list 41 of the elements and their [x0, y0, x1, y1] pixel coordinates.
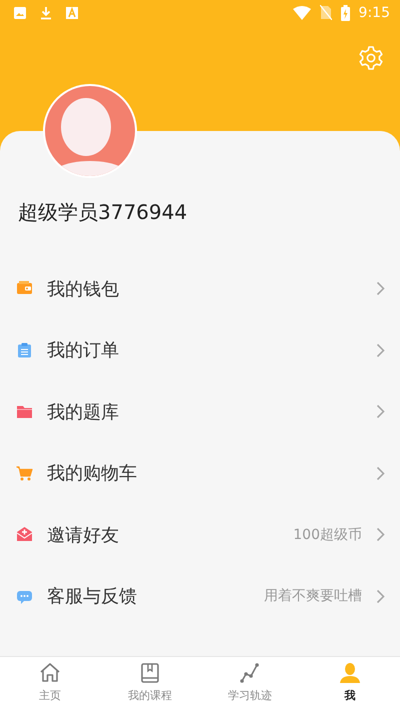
chevron-right-icon [376, 281, 385, 296]
nav-tab[interactable]: 我的课程 [100, 657, 200, 711]
menu-item[interactable]: 我的购物车 [0, 442, 400, 504]
menu-hint: 100超级币 [293, 526, 362, 544]
gift-envelope-icon [16, 526, 33, 544]
image-icon [13, 6, 27, 20]
chevron-right-icon [376, 404, 385, 420]
chevron-right-icon [376, 342, 385, 358]
download-icon [39, 6, 53, 20]
settings-icon[interactable] [358, 45, 384, 71]
menu-item[interactable]: 我的订单 [0, 320, 400, 381]
menu-label: 我的订单 [47, 339, 119, 362]
chevron-right-icon [376, 466, 385, 481]
menu-label: 客服与反馈 [47, 585, 137, 608]
clock-time: 9:15 [358, 4, 390, 20]
font-icon [65, 6, 79, 20]
menu-label: 我的钱包 [47, 278, 119, 301]
menu-item[interactable]: 我的题库 [0, 381, 400, 442]
battery-icon [340, 4, 350, 20]
person-icon [338, 661, 362, 685]
menu-label: 我的购物车 [47, 462, 137, 486]
nav-tab[interactable]: 主页 [0, 657, 100, 711]
nav-tab[interactable]: 我 [300, 657, 400, 711]
menu-label: 我的题库 [47, 400, 119, 424]
folder-icon [16, 403, 33, 420]
menu-label: 邀请好友 [47, 524, 119, 547]
menu-hint: 用着不爽要吐槽 [264, 587, 362, 606]
cart-icon [16, 464, 33, 482]
menu-item[interactable]: 客服与反馈 用着不爽要吐槽 [0, 566, 400, 627]
route-icon [238, 661, 262, 685]
clipboard-icon [16, 342, 33, 359]
book-icon [138, 661, 162, 685]
chevron-right-icon [376, 527, 385, 542]
nav-tab[interactable]: 学习轨迹 [200, 657, 300, 711]
menu-item[interactable]: 我的钱包 [0, 258, 400, 320]
wifi-icon [292, 6, 311, 20]
no-sim-icon [320, 5, 332, 20]
home-icon [38, 661, 62, 685]
user-name: 超级学员3776944 [17, 199, 188, 225]
chevron-right-icon [376, 588, 385, 604]
menu-item[interactable]: 邀请好友 100超级币 [0, 504, 400, 566]
